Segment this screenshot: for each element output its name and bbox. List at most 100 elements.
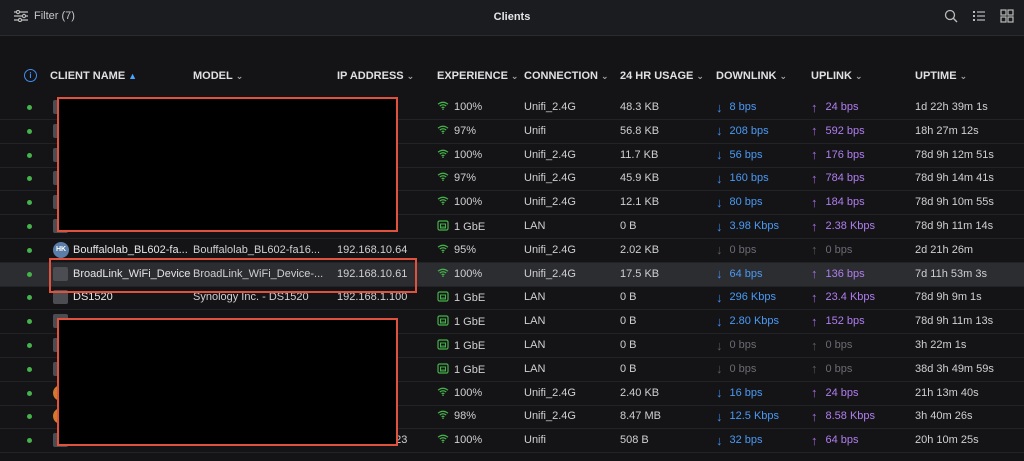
client-downlink: ↓ 80 bps [716,196,763,209]
client-uplink: ↑ 0 bps [811,243,853,256]
client-model: Synology Inc. - DS1520 [193,291,309,304]
arrow-down-icon: ↓ [716,434,723,447]
client-connection: Unifi_2.4G [524,386,576,399]
client-uptime: 78d 9h 12m 51s [915,148,994,161]
client-uplink: ↑ 184 bps [811,196,865,209]
client-name[interactable]: Bouffalolab_BL602-fa... [73,244,191,256]
page-title: Clients [493,11,531,23]
client-downlink: ↓ 0 bps [716,362,757,375]
column-header-downlink[interactable]: DOWNLINK ⌄ [716,70,787,82]
column-header-model[interactable]: MODEL ⌄ [193,70,243,82]
client-downlink: ↓ 208 bps [716,124,769,137]
client-uplink: ↑ 24 bps [811,101,859,113]
online-status-dot [27,224,32,229]
client-uptime: 1d 22h 39m 1s [915,101,988,113]
column-header-ip-address[interactable]: IP ADDRESS ⌄ [337,70,414,82]
client-uplink: ↑ 176 bps [811,148,865,161]
client-uptime: 78d 9h 14m 41s [915,172,994,185]
client-experience: 100% [437,268,517,280]
arrow-down-icon: ↓ [716,196,723,209]
arrow-down-icon: ↓ [716,339,723,351]
client-usage: 56.8 KB [620,124,660,137]
client-usage: 2.40 KB [620,386,660,399]
online-status-dot [27,152,32,158]
search-icon[interactable] [944,9,958,26]
client-usage: 0 B [620,291,637,304]
arrow-up-icon: ↑ [811,291,818,304]
table-header: i CLIENT NAME ▲ MODEL ⌄ IP ADDRESS ⌄ EXPERI… [0,60,1024,94]
grid-view-icon[interactable] [1000,9,1014,26]
arrow-down-icon: ↓ [716,124,723,137]
client-connection: LAN [524,291,546,304]
redaction-box [57,97,398,232]
client-connection: Unifi_2.4G [524,196,576,209]
list-view-icon[interactable] [972,9,986,26]
arrow-down-icon: ↓ [716,220,723,232]
client-uptime: 20h 10m 25s [915,434,979,447]
client-uplink: ↑ 64 bps [811,434,859,447]
client-connection: LAN [524,220,546,232]
client-connection: Unifi_2.4G [524,267,576,280]
client-experience: 1 GbE [437,315,517,329]
column-header-uplink[interactable]: UPLINK ⌄ [811,70,863,82]
info-icon[interactable]: i [24,69,37,82]
arrow-down-icon: ↓ [716,148,723,161]
lan-icon [437,339,449,353]
chevron-down-icon: ⌄ [510,70,519,81]
client-uptime: 78d 9h 11m 13s [915,315,994,328]
arrow-up-icon: ↑ [811,124,818,137]
arrow-up-icon: ↑ [811,101,818,113]
client-connection: Unifi_2.4G [524,172,576,185]
column-header-experience[interactable]: EXPERIENCE ⌄ [437,70,518,82]
client-connection: Unifi_2.4G [524,148,576,161]
client-connection: LAN [524,315,546,328]
client-connection: Unifi_2.4G [524,243,576,256]
online-status-dot [27,128,32,134]
client-model: Bouffalolab_BL602-fa16... [193,243,321,256]
wifi-icon [437,101,449,113]
online-status-dot [27,295,32,301]
column-header-connection[interactable]: CONNECTION ⌄ [524,70,609,82]
client-uptime: 78d 9h 11m 14s [915,220,994,232]
arrow-up-icon: ↑ [811,243,818,256]
client-uplink: ↑ 2.38 Kbps [811,220,876,232]
chevron-down-icon: ⌄ [235,70,244,81]
client-experience: 100% [437,149,517,161]
arrow-down-icon: ↓ [716,267,723,280]
column-header-usage[interactable]: 24 HR USAGE ⌄ [620,70,704,82]
column-header-client-name[interactable]: CLIENT NAME ▲ [50,70,137,82]
client-usage: 17.5 KB [620,267,660,280]
online-status-dot [27,247,32,253]
online-status-dot [27,343,32,348]
client-uptime: 78d 9h 9m 1s [915,291,982,304]
arrow-up-icon: ↑ [811,434,818,447]
lan-icon [437,291,449,305]
client-usage: 2.02 KB [620,243,660,256]
client-downlink: ↓ 160 bps [716,172,769,185]
client-ip: 192.168.1.100 [337,291,408,304]
wifi-icon [437,410,449,422]
client-downlink: ↓ 64 bps [716,267,763,280]
client-uptime: 21h 13m 40s [915,386,979,399]
column-header-uptime[interactable]: UPTIME ⌄ [915,70,967,82]
client-usage: 11.7 KB [620,148,659,161]
client-name[interactable]: DS1520 [73,291,191,303]
client-uptime: 2d 21h 26m [915,243,974,256]
arrow-up-icon: ↑ [811,386,818,399]
client-usage: 48.3 KB [620,101,660,113]
client-downlink: ↓ 0 bps [716,339,757,351]
client-uplink: ↑ 0 bps [811,362,853,375]
client-usage: 0 B [620,339,637,351]
client-usage: 0 B [620,362,637,375]
client-experience: 100% [437,434,517,446]
arrow-down-icon: ↓ [716,291,723,304]
online-status-dot [27,366,32,372]
online-status-dot [27,200,32,206]
wifi-icon [437,434,449,446]
client-experience: 1 GbE [437,291,517,305]
arrow-down-icon: ↓ [716,315,723,328]
client-uplink: ↑ 592 bps [811,124,865,137]
client-downlink: ↓ 296 Kbps [716,291,776,304]
arrow-up-icon: ↑ [811,362,818,375]
arrow-up-icon: ↑ [811,220,818,232]
